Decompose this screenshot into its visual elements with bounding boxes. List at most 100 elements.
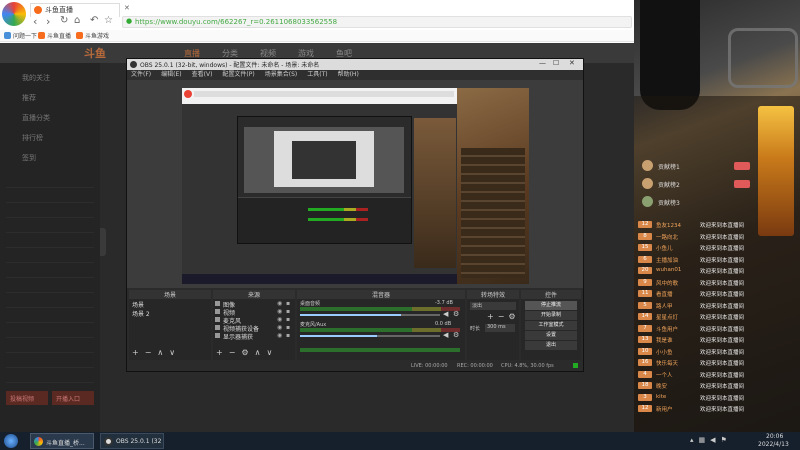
settings-button[interactable]: 设置 xyxy=(525,331,577,340)
refresh-icon[interactable]: ↻ xyxy=(60,15,68,26)
start-recording-button[interactable]: 开始录制 xyxy=(525,311,577,320)
volume-icon[interactable]: ◀ xyxy=(710,436,715,444)
chat-username[interactable]: 小鱼儿 xyxy=(656,244,673,252)
add-icon[interactable]: + xyxy=(487,312,494,321)
exit-button[interactable]: 退出 xyxy=(525,341,577,350)
menu-item[interactable]: 场景集合(S) xyxy=(265,70,298,80)
menu-item[interactable]: 编辑(E) xyxy=(161,70,181,80)
menu-item[interactable]: 帮助(H) xyxy=(338,70,359,80)
minimize-icon[interactable]: — xyxy=(539,59,546,67)
source-item[interactable]: 图像 ◉ ▪ xyxy=(215,300,295,309)
eye-icon[interactable]: ◉ xyxy=(277,300,282,307)
scene-item[interactable]: 场景 2 xyxy=(129,309,211,317)
bookmark-item[interactable]: 斗鱼游戏 xyxy=(85,31,109,40)
scene-item[interactable]: 场景 xyxy=(129,300,211,308)
sidebar-item[interactable]: 直播分类 xyxy=(22,113,50,123)
chat-username[interactable]: 风中的歌 xyxy=(656,279,678,287)
chat-message[interactable]: 15 小鱼儿 欢迎来到本直播间 xyxy=(638,243,798,255)
lock-icon[interactable]: ▪ xyxy=(286,332,290,339)
chat-username[interactable]: 星星点灯 xyxy=(656,313,678,321)
chat-username[interactable]: 我是谁 xyxy=(656,336,673,344)
sidebar-item[interactable]: 签到 xyxy=(22,153,36,163)
gear-icon[interactable]: ⚙ xyxy=(453,331,459,339)
arrow-up-icon[interactable]: ▴ xyxy=(690,436,694,444)
add-icon[interactable]: + xyxy=(132,348,139,357)
home-icon[interactable]: ⌂ xyxy=(74,15,80,26)
source-item[interactable]: 麦克风 ◉ ▪ xyxy=(215,316,295,325)
down-icon[interactable]: ∨ xyxy=(169,348,175,357)
top-user-row[interactable]: 贡献榜3 xyxy=(642,196,752,208)
chat-username[interactable]: 路人甲 xyxy=(656,302,673,310)
eye-icon[interactable]: ◉ xyxy=(277,316,282,323)
douyu-logo[interactable]: 斗鱼 xyxy=(84,45,106,61)
clock-date[interactable]: 2022/4/13 xyxy=(758,441,789,448)
sidebar-collapse-handle[interactable] xyxy=(100,228,106,256)
start-button[interactable] xyxy=(4,434,18,448)
top-user-row[interactable]: 贡献榜2 xyxy=(642,178,752,190)
chat-message[interactable]: 14 星星点灯 欢迎来到本直播间 xyxy=(638,312,798,324)
source-item[interactable]: 显示器捕获 ◉ ▪ xyxy=(215,332,295,341)
lock-icon[interactable]: ▪ xyxy=(286,324,290,331)
bookmark-item[interactable]: 斗鱼直播 xyxy=(47,31,71,40)
studio-mode-button[interactable]: 工作室模式 xyxy=(525,321,577,330)
chat-message[interactable]: 4 一个人 欢迎来到本直播间 xyxy=(638,370,798,382)
chat-message[interactable]: 12 鱼友1234 欢迎来到本直播间 xyxy=(638,220,798,232)
eye-icon[interactable]: ◉ xyxy=(277,308,282,315)
sidebar-bottom-button[interactable]: 投稿视频 xyxy=(6,391,48,405)
gear-icon[interactable]: ⚙ xyxy=(508,312,515,321)
menu-item[interactable]: 工具(T) xyxy=(307,70,327,80)
gift-banner[interactable] xyxy=(758,106,794,236)
stop-streaming-button[interactable]: 停止推流 xyxy=(525,301,577,310)
sidebar-bottom-button[interactable]: 开播入口 xyxy=(52,391,94,405)
add-icon[interactable]: + xyxy=(216,348,223,357)
volume-slider-track[interactable] xyxy=(300,314,440,316)
eye-icon[interactable]: ◉ xyxy=(277,332,282,339)
chat-message[interactable]: 8 一路向北 欢迎来到本直播间 xyxy=(638,232,798,244)
maximize-icon[interactable]: ☐ xyxy=(553,59,559,67)
back-icon[interactable]: ‹ xyxy=(33,15,37,28)
speaker-icon[interactable]: ◀ xyxy=(443,331,448,339)
up-icon[interactable]: ∧ xyxy=(157,348,163,357)
transition-select[interactable]: 淡出 xyxy=(470,302,516,310)
chat-message[interactable]: 16 快乐每天 欢迎来到本直播间 xyxy=(638,358,798,370)
lock-icon[interactable]: ▪ xyxy=(286,300,290,307)
taskbar-item[interactable]: 斗鱼直播_桥... xyxy=(30,433,94,449)
remove-icon[interactable]: − xyxy=(229,348,236,357)
chat-message[interactable]: 20 wuhan01 欢迎来到本直播间 xyxy=(638,266,798,278)
forward-icon[interactable]: › xyxy=(46,15,50,28)
clock-time[interactable]: 20:06 xyxy=(766,433,783,440)
chat-message[interactable]: 5 路人甲 欢迎来到本直播间 xyxy=(638,301,798,313)
chat-message[interactable]: 10 小小鱼 欢迎来到本直播间 xyxy=(638,347,798,359)
chat-username[interactable]: 小小鱼 xyxy=(656,348,673,356)
tab-close-icon[interactable]: ✕ xyxy=(124,4,130,12)
chat-username[interactable]: 斗鱼用户 xyxy=(656,325,678,333)
star-icon[interactable]: ☆ xyxy=(104,15,113,26)
address-bar[interactable]: ● https://www.douyu.com/662267_r=0.26110… xyxy=(122,16,632,28)
sidebar-item[interactable]: 我的关注 xyxy=(22,73,50,83)
gear-icon[interactable]: ⚙ xyxy=(453,310,459,318)
chat-username[interactable]: 主播加油 xyxy=(656,256,678,264)
chat-username[interactable]: 鱼友1234 xyxy=(656,221,681,229)
flag-icon[interactable]: ⚑ xyxy=(721,436,727,444)
lock-icon[interactable]: ▪ xyxy=(286,316,290,323)
remove-icon[interactable]: − xyxy=(498,312,505,321)
volume-slider-track[interactable] xyxy=(300,335,440,337)
top-user-row[interactable]: 贡献榜1 xyxy=(642,160,752,172)
bookmark-item[interactable]: 问题一下 xyxy=(13,31,37,40)
chat-message[interactable]: 18 晚安 欢迎来到本直播间 xyxy=(638,381,798,393)
gear-icon[interactable]: ⚙ xyxy=(241,348,248,357)
sidebar-item[interactable]: 排行榜 xyxy=(22,133,43,143)
source-item[interactable]: 视频 ◉ ▪ xyxy=(215,308,295,317)
taskbar-item[interactable]: OBS 25.0.1 (32... xyxy=(100,433,164,449)
browser-logo[interactable] xyxy=(2,2,26,26)
chat-message[interactable]: 12 新用户 欢迎来到本直播间 xyxy=(638,404,798,416)
chat-message[interactable]: 11 看直播 欢迎来到本直播间 xyxy=(638,289,798,301)
duration-input[interactable]: 300 ms xyxy=(485,324,515,332)
remove-icon[interactable]: − xyxy=(145,348,152,357)
up-icon[interactable]: ∧ xyxy=(255,348,261,357)
menu-item[interactable]: 配置文件(P) xyxy=(222,70,254,80)
close-icon[interactable]: ✕ xyxy=(569,59,575,67)
chat-username[interactable]: 晚安 xyxy=(656,382,667,390)
history-icon[interactable]: ↶ xyxy=(90,15,98,26)
chat-username[interactable]: 快乐每天 xyxy=(656,359,678,367)
